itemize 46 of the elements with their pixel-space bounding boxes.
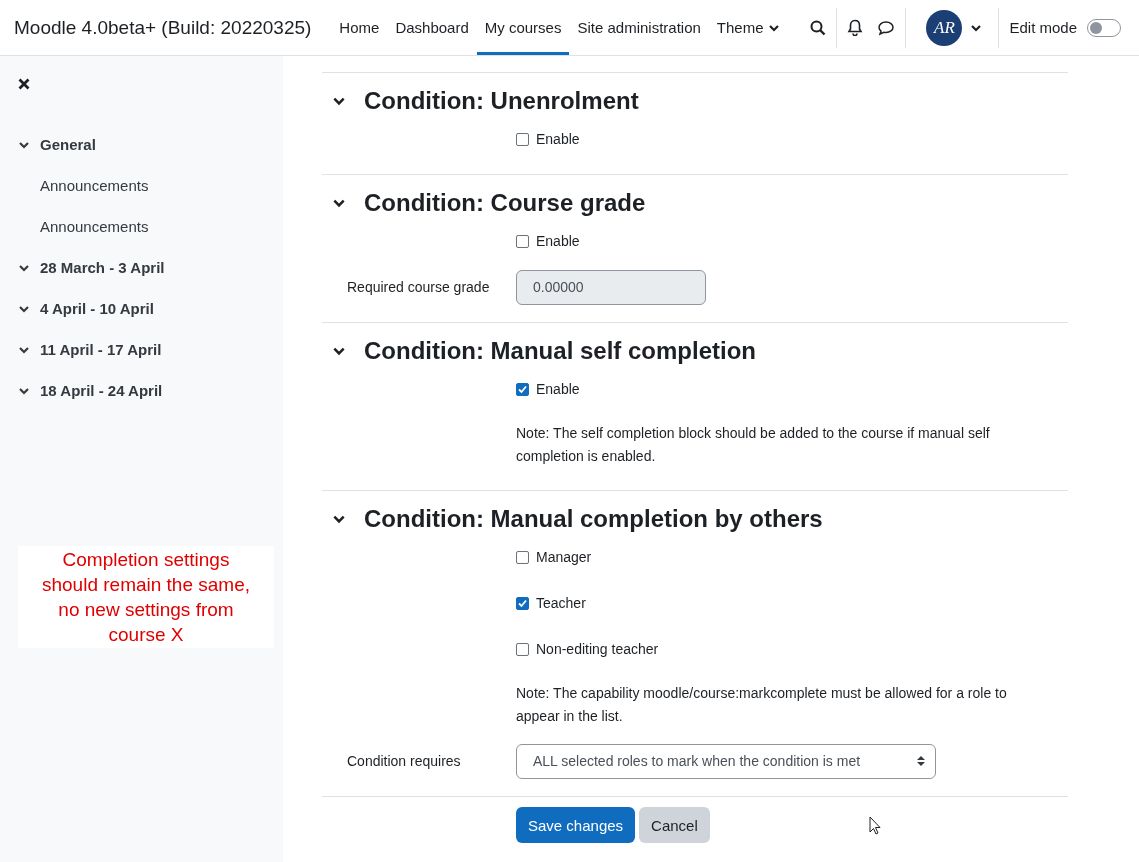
note-text: Note: The self completion block should be added to the course if manual self completion is enabled. xyxy=(516,424,991,466)
checkbox[interactable] xyxy=(516,550,529,564)
activity-link[interactable]: Announcements xyxy=(18,206,283,247)
section-link[interactable]: 18 April - 24 April xyxy=(40,382,163,399)
section-link[interactable]: 28 March - 3 April xyxy=(40,259,165,276)
edit-mode-toggle[interactable] xyxy=(1087,18,1121,37)
nav-link[interactable]: My courses xyxy=(476,3,570,55)
avatar-initials[interactable]: AR xyxy=(926,9,963,46)
checkbox[interactable] xyxy=(516,132,529,146)
sort-arrows-icon xyxy=(917,755,925,767)
checkbox-label: Enable xyxy=(536,381,580,397)
nav-link[interactable]: Site administration xyxy=(569,3,709,55)
field-label: Required course grade xyxy=(347,279,490,295)
nav-link[interactable]: Home xyxy=(331,3,388,55)
save-button[interactable]: Save changes xyxy=(516,807,636,843)
section-heading: Condition: Manual completion by others xyxy=(364,505,823,533)
section-link[interactable]: 4 April - 10 April xyxy=(40,300,154,317)
checkbox-label: Enable xyxy=(536,131,580,147)
nav-link[interactable]: Theme xyxy=(708,3,788,55)
checkbox[interactable] xyxy=(516,642,529,656)
annotation-note: Completion settings should remain the same, no new settings from course X xyxy=(18,546,274,648)
section-heading: Condition: Course grade xyxy=(364,189,646,217)
site-name: Moodle 4.0beta+ (Build: 20220325) xyxy=(14,16,312,39)
cancel-button[interactable]: Cancel xyxy=(639,807,710,843)
section-link[interactable]: 11 April - 17 April xyxy=(40,341,162,358)
checkbox-label: Manager xyxy=(536,549,592,565)
checkbox[interactable] xyxy=(516,382,529,396)
section-link[interactable]: General xyxy=(40,136,96,153)
edit-mode-label: Edit mode xyxy=(1009,19,1077,36)
checkbox-label: Teacher xyxy=(536,595,586,611)
checkbox[interactable] xyxy=(516,596,529,610)
select-dropdown[interactable]: ALL selected roles to mark when the condition is met xyxy=(516,743,936,779)
search-icon[interactable] xyxy=(810,19,827,36)
bell-icon[interactable] xyxy=(847,19,864,36)
checkbox-label: Non-editing teacher xyxy=(536,641,659,657)
field-label: Condition requires xyxy=(347,753,461,769)
checkbox-label: Enable xyxy=(536,233,580,249)
close-icon[interactable] xyxy=(18,78,30,90)
section-heading: Condition: Unenrolment xyxy=(364,87,639,115)
checkbox[interactable] xyxy=(516,234,529,248)
section-heading: Condition: Manual self completion xyxy=(364,337,756,365)
chat-bubble-icon[interactable] xyxy=(877,19,896,36)
note-text: Note: The capability moodle/course:markcomplete must be allowed for a role to appear in the list. xyxy=(516,684,1008,726)
nav-link[interactable]: Dashboard xyxy=(387,3,477,55)
activity-link[interactable]: Announcements xyxy=(18,165,283,206)
mouse-pointer-icon xyxy=(869,816,881,835)
